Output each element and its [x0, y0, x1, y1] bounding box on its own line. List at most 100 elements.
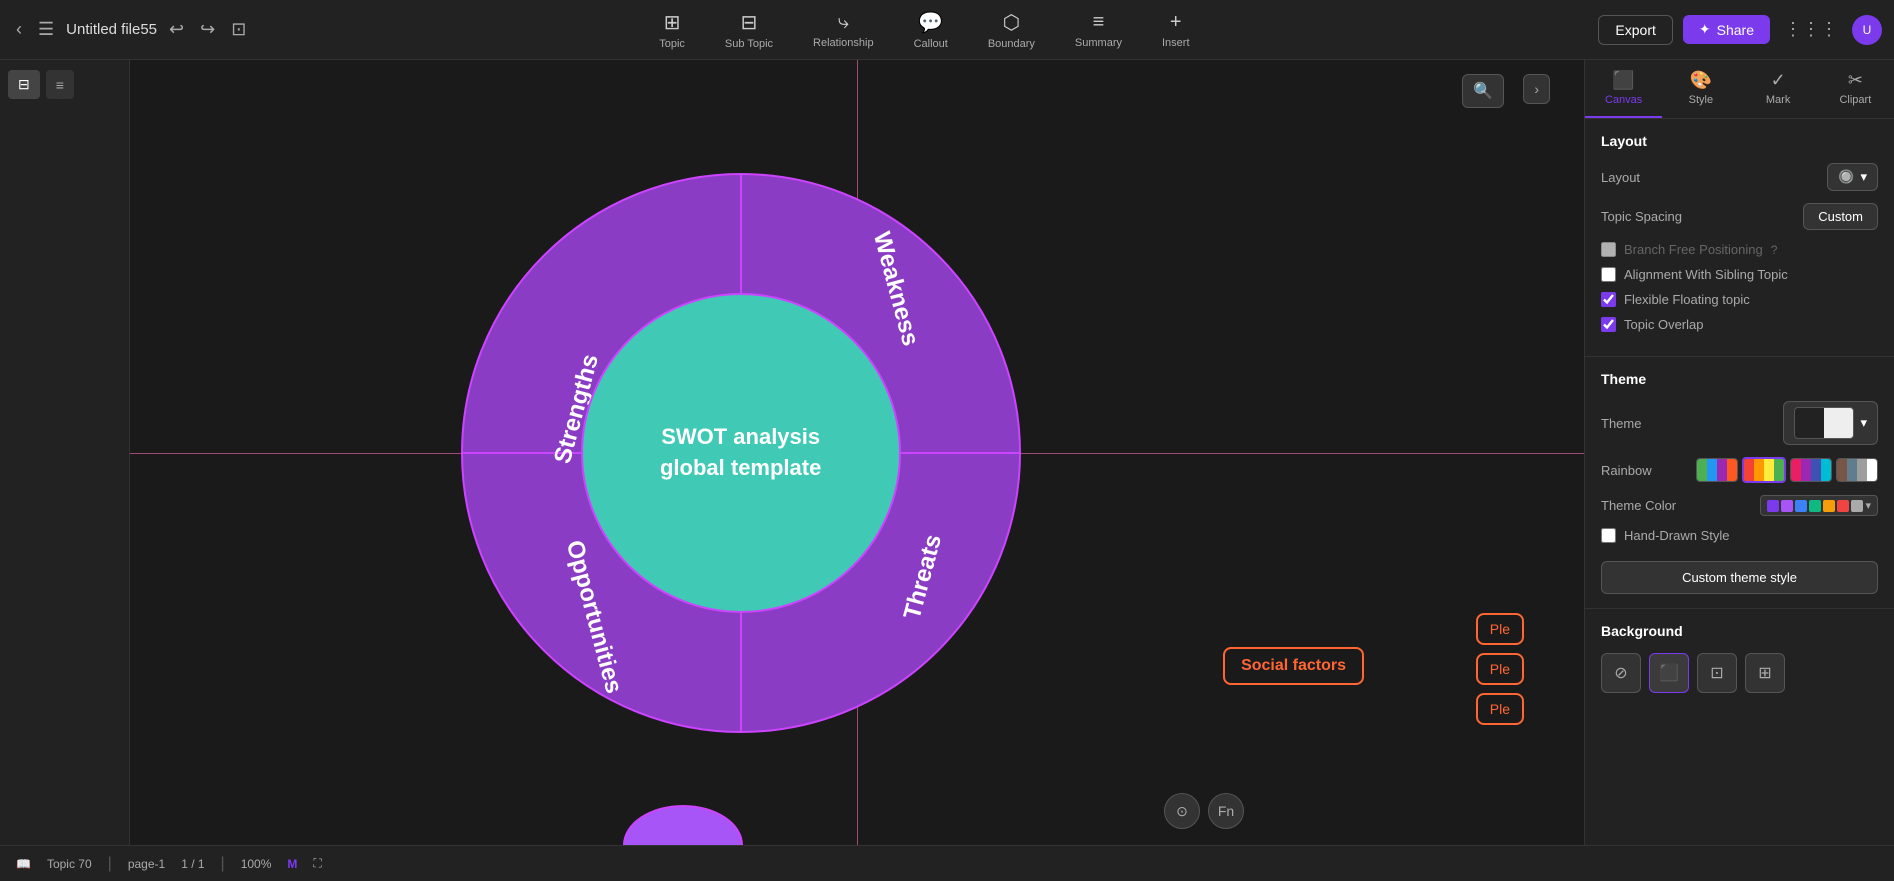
branch-free-row: Branch Free Positioning ?	[1601, 242, 1878, 257]
swatch-blue	[1707, 459, 1717, 481]
summary-label: Summary	[1075, 37, 1122, 49]
style-tab-icon: 🎨	[1690, 70, 1712, 91]
branch-free-help-icon[interactable]: ?	[1771, 243, 1778, 257]
grid-view-btn[interactable]: ⊟	[8, 70, 40, 99]
page-info: 1 / 1	[181, 857, 204, 871]
toolbar-callout[interactable]: 💬 Callout	[906, 6, 956, 54]
swatch-amber	[1754, 459, 1764, 481]
tab-style[interactable]: 🎨 Style	[1662, 60, 1739, 118]
layout-dropdown[interactable]: 🔘 ▾	[1827, 163, 1878, 191]
main-area: ⊟ ≡ Strengths Weakness Opportunities Thr…	[0, 60, 1894, 845]
swot-line1: SWOT analysis	[660, 422, 821, 453]
swatch-cyan	[1821, 459, 1831, 481]
export-button[interactable]: Export	[1598, 15, 1672, 45]
style-tab-label: Style	[1689, 94, 1713, 106]
rainbow-swatches	[1696, 457, 1878, 483]
panel-toggle-btn[interactable]: ›	[1523, 74, 1550, 104]
tab-mark[interactable]: ✓ Mark	[1740, 60, 1817, 118]
toolbar-subtopic[interactable]: ⊟ Sub Topic	[717, 6, 781, 54]
clipart-tab-label: Clipart	[1839, 94, 1871, 106]
back-button[interactable]: ‹	[12, 15, 26, 44]
custom-theme-style-btn[interactable]: Custom theme style	[1601, 561, 1878, 594]
swatch-group-4[interactable]	[1836, 458, 1878, 482]
brand-logo: M	[287, 857, 297, 871]
share-button[interactable]: ✦ Share	[1683, 15, 1770, 44]
theme-dropdown[interactable]: ▾	[1783, 401, 1878, 445]
swatch-purple	[1717, 459, 1727, 481]
topic-icon: ⊞	[664, 10, 681, 35]
background-icons-row: ⊘ ⬛ ⊡ ⊞	[1601, 653, 1878, 693]
expand-status-btn[interactable]: ⛶	[313, 856, 321, 871]
layout-section: Layout Layout 🔘 ▾ Topic Spacing Custom B…	[1585, 119, 1894, 357]
mark-tab-label: Mark	[1766, 94, 1790, 106]
topic-spacing-custom-btn[interactable]: Custom	[1803, 203, 1878, 230]
canvas-search-btn[interactable]: 🔍	[1462, 74, 1504, 108]
bg-icon-1[interactable]: ⊘	[1601, 653, 1641, 693]
swatch-indigo	[1811, 459, 1821, 481]
left-panel: ⊟ ≡	[0, 60, 130, 845]
theme-section-title: Theme	[1601, 371, 1878, 387]
swatch-group-3[interactable]	[1790, 458, 1832, 482]
color-dot-7	[1851, 500, 1863, 512]
bg-icon-4[interactable]: ⊞	[1745, 653, 1785, 693]
color-chevron-icon: ▾	[1865, 499, 1871, 512]
opportunities-label: Opportunities	[559, 537, 627, 696]
layout-label: Layout	[1601, 170, 1640, 185]
swot-line2: global template	[660, 453, 821, 484]
canvas-tool-1[interactable]: ⊙	[1164, 793, 1200, 829]
canvas-tab-label: Canvas	[1605, 94, 1642, 106]
hand-drawn-checkbox[interactable]	[1601, 528, 1616, 543]
topic-spacing-label: Topic Spacing	[1601, 209, 1682, 224]
theme-label: Theme	[1601, 416, 1641, 431]
summary-icon: ≡	[1093, 11, 1105, 34]
tab-clipart[interactable]: ✂ Clipart	[1817, 60, 1894, 118]
file-title: Untitled file55	[66, 21, 157, 38]
menu-button[interactable]: ☰	[34, 15, 58, 44]
alignment-checkbox[interactable]	[1601, 267, 1616, 282]
flexible-label: Flexible Floating topic	[1624, 292, 1750, 307]
relationship-icon: ⤷	[838, 11, 849, 34]
swatch-pink	[1791, 459, 1801, 481]
toolbar-boundary[interactable]: ⬡ Boundary	[980, 6, 1043, 54]
undo-button[interactable]: ↩	[165, 15, 188, 44]
swatch-green	[1697, 459, 1707, 481]
swatch-white	[1867, 459, 1877, 481]
canvas-area[interactable]: Strengths Weakness Opportunities Threats…	[130, 60, 1584, 845]
toolbar-insert[interactable]: + Insert	[1154, 7, 1198, 53]
toolbar-relationship[interactable]: ⤷ Relationship	[805, 7, 882, 53]
branch-free-checkbox[interactable]	[1601, 242, 1616, 257]
ple-box-1[interactable]: Ple	[1476, 613, 1524, 645]
list-view-btn[interactable]: ≡	[46, 70, 74, 99]
theme-preview	[1794, 407, 1854, 439]
redo-button[interactable]: ↪	[196, 15, 219, 44]
layout-section-title: Layout	[1601, 133, 1878, 149]
clipart-tab-icon: ✂	[1848, 70, 1863, 91]
grid-button[interactable]: ⋮⋮⋮	[1780, 15, 1842, 44]
toolbar-topic[interactable]: ⊞ Topic	[651, 6, 693, 54]
layout-prop-row: Layout 🔘 ▾	[1601, 163, 1878, 191]
avatar: U	[1852, 15, 1882, 45]
ple-box-3[interactable]: Ple	[1476, 693, 1524, 725]
toolbar-summary[interactable]: ≡ Summary	[1067, 7, 1130, 53]
swatch-yellow	[1764, 459, 1774, 481]
callout-label: Callout	[914, 38, 948, 50]
social-factors-box[interactable]: Social factors	[1223, 647, 1364, 685]
bg-icon-2[interactable]: ⬛	[1649, 653, 1689, 693]
topic-overlap-row: Topic Overlap	[1601, 317, 1878, 332]
swatch-group-2[interactable]	[1742, 457, 1786, 483]
swot-diagram[interactable]: Strengths Weakness Opportunities Threats…	[461, 173, 1021, 733]
topic-overlap-checkbox[interactable]	[1601, 317, 1616, 332]
ple-box-2[interactable]: Ple	[1476, 653, 1524, 685]
share-icon: ✦	[1699, 21, 1711, 38]
swatch-orange	[1727, 459, 1737, 481]
swatch-lgray	[1857, 459, 1867, 481]
tab-canvas[interactable]: ⬛ Canvas	[1585, 60, 1662, 118]
theme-color-label: Theme Color	[1601, 498, 1676, 513]
color-dot-5	[1823, 500, 1835, 512]
theme-color-picker[interactable]: ▾	[1760, 495, 1878, 516]
publish-button[interactable]: ⊡	[227, 15, 250, 44]
swatch-group-1[interactable]	[1696, 458, 1738, 482]
canvas-tool-2[interactable]: Fn	[1208, 793, 1244, 829]
flexible-checkbox[interactable]	[1601, 292, 1616, 307]
bg-icon-3[interactable]: ⊡	[1697, 653, 1737, 693]
